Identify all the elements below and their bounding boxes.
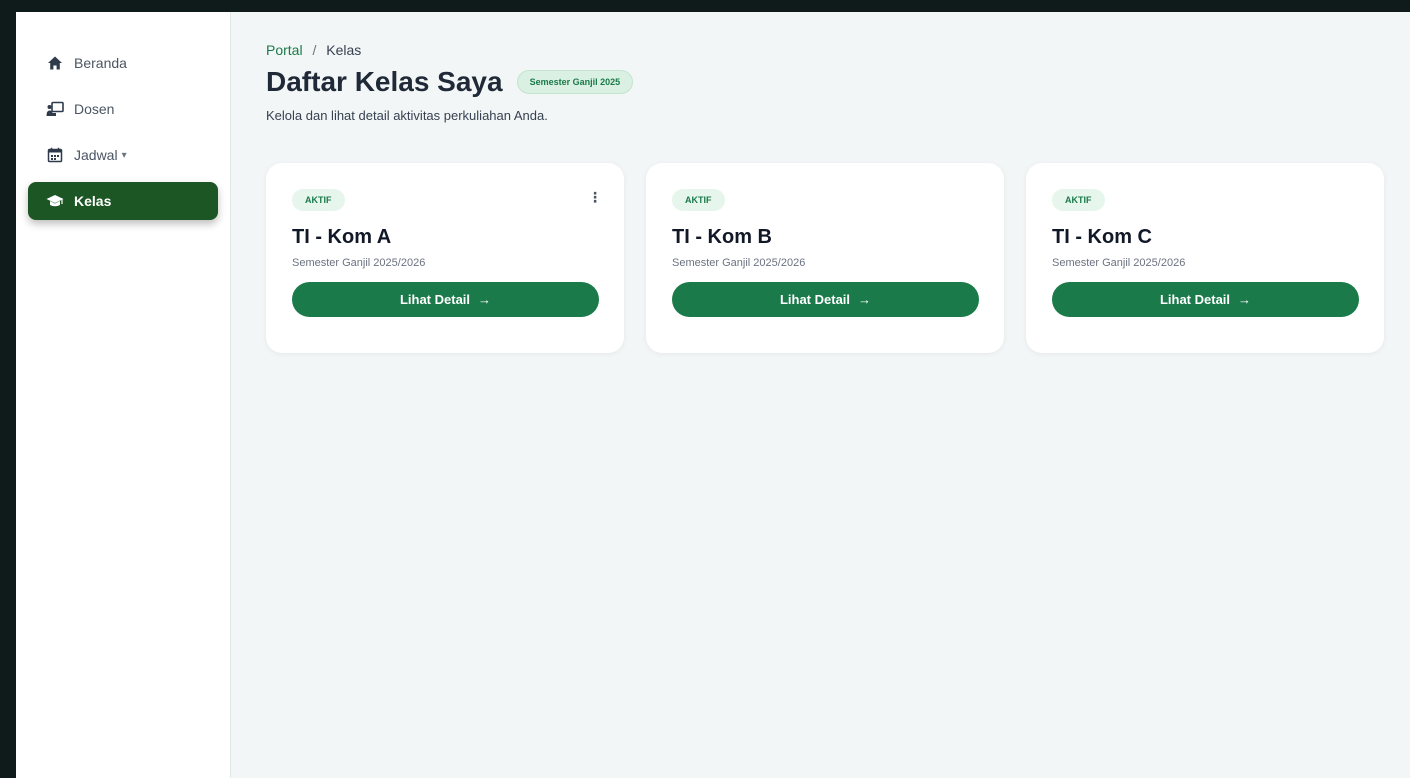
arrow-right-icon: → [478,292,492,307]
status-badge: AKTIF [292,189,345,211]
button-label: Lihat Detail [399,292,471,307]
sidebar-item-label: Kelas [74,193,112,209]
class-semester: Semester Ganjil 2025/2026 [1052,257,1186,269]
class-semester: Semester Ganjil 2025/2026 [672,257,806,269]
button-label: Lihat Detail [1159,292,1231,307]
sidebar: Beranda Dosen Jadwal ▾ Kelas [16,12,231,778]
sidebar-item-label: Dosen [74,101,115,117]
view-detail-button[interactable]: Lihat Detail → [292,282,599,317]
breadcrumb-current: Kelas [326,42,362,58]
title-row: Daftar Kelas Saya Semester Ganjil 2025 [266,66,1410,98]
graduation-cap-icon [46,192,64,210]
app-frame: Beranda Dosen Jadwal ▾ Kelas Portal / Ke… [16,12,1410,778]
breadcrumb-separator: / [312,42,317,58]
chevron-down-icon: ▾ [121,149,127,161]
sidebar-item-dosen[interactable]: Dosen [28,90,218,128]
sidebar-item-label: Beranda [74,55,127,71]
sidebar-item-kelas[interactable]: Kelas [28,182,218,220]
sidebar-item-beranda[interactable]: Beranda [28,44,218,82]
top-bar [0,0,1410,12]
class-card: AKTIF TI - Kom C Semester Ganjil 2025/20… [1026,163,1384,353]
view-detail-button[interactable]: Lihat Detail → [672,282,979,317]
status-badge: AKTIF [672,189,725,211]
class-card: AKTIF TI - Kom B Semester Ganjil 2025/20… [646,163,1004,353]
class-card: AKTIF ⋮ TI - Kom A Semester Ganjil 2025/… [266,163,624,353]
sidebar-item-label: Jadwal [74,147,118,163]
main-content: Portal / Kelas Daftar Kelas Saya Semeste… [231,12,1410,778]
class-title: TI - Kom A [292,226,392,248]
button-label: Lihat Detail [779,292,851,307]
class-title: TI - Kom C [1052,226,1152,248]
view-detail-button[interactable]: Lihat Detail → [1052,282,1359,317]
home-icon [46,54,64,72]
arrow-right-icon: → [1238,292,1252,307]
sidebar-item-jadwal[interactable]: Jadwal ▾ [28,136,218,174]
breadcrumb-link-portal[interactable]: Portal [266,42,303,58]
semester-badge: Semester Ganjil 2025 [516,70,634,94]
window-edge [0,12,16,778]
page-title: Daftar Kelas Saya [266,66,503,97]
class-card-list: AKTIF ⋮ TI - Kom A Semester Ganjil 2025/… [266,163,1410,353]
lecturer-icon [46,100,64,118]
breadcrumb: Portal / Kelas [266,42,1410,58]
status-badge: AKTIF [1052,189,1105,211]
calendar-icon [46,146,64,164]
class-title: TI - Kom B [672,226,772,248]
class-semester: Semester Ganjil 2025/2026 [292,257,426,269]
arrow-right-icon: → [858,292,872,307]
page-subtitle: Kelola dan lihat detail aktivitas perkul… [266,108,548,123]
more-options-icon[interactable]: ⋮ [588,189,602,206]
